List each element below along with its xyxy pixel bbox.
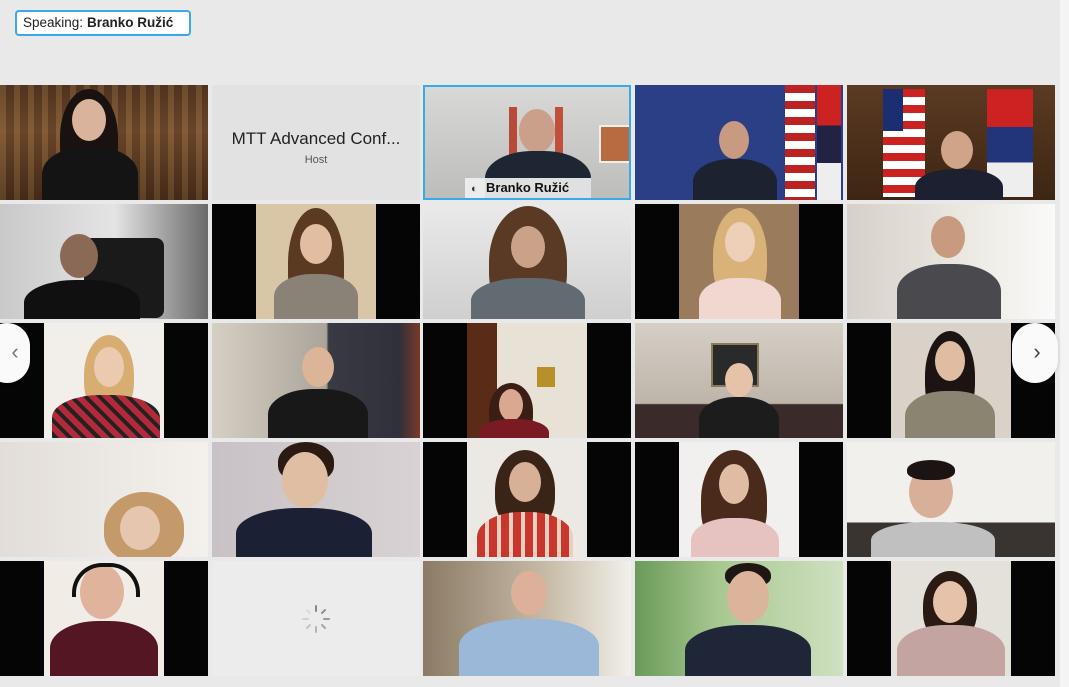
next-page-button[interactable]: › bbox=[1012, 323, 1058, 383]
active-speaker-tile[interactable]: ◐ Branko Ružić bbox=[423, 85, 631, 200]
video-tile[interactable] bbox=[212, 442, 420, 557]
video-tile[interactable] bbox=[0, 442, 208, 557]
speaking-name: Branko Ružić bbox=[87, 15, 174, 30]
chevron-right-icon: › bbox=[1033, 339, 1041, 364]
video-tile[interactable] bbox=[0, 204, 208, 319]
video-tile[interactable] bbox=[635, 204, 843, 319]
video-tile[interactable] bbox=[212, 204, 420, 319]
active-speaker-indicator: Speaking: Branko Ružić bbox=[15, 10, 191, 36]
video-tile[interactable] bbox=[212, 323, 420, 438]
video-tile[interactable] bbox=[635, 85, 843, 200]
video-tile[interactable] bbox=[847, 204, 1055, 319]
chevron-left-icon: ‹ bbox=[11, 339, 19, 364]
host-tile[interactable]: MTT Advanced Conf... Host bbox=[212, 85, 420, 200]
loading-spinner-icon bbox=[302, 605, 330, 633]
video-tile[interactable] bbox=[423, 323, 631, 438]
video-tile[interactable] bbox=[847, 442, 1055, 557]
video-tile[interactable] bbox=[847, 561, 1055, 676]
video-tile[interactable] bbox=[0, 85, 208, 200]
speaker-name-tag: ◐ Branko Ružić bbox=[465, 178, 592, 198]
video-tile[interactable] bbox=[423, 561, 631, 676]
video-tile[interactable] bbox=[635, 323, 843, 438]
video-tile[interactable] bbox=[635, 561, 843, 676]
video-tile[interactable] bbox=[0, 561, 208, 676]
host-name: MTT Advanced Conf... bbox=[231, 129, 401, 148]
microphone-icon: ◐ bbox=[471, 183, 478, 195]
host-role: Host bbox=[304, 154, 328, 166]
video-tile[interactable] bbox=[847, 85, 1055, 200]
window-edge bbox=[1060, 0, 1069, 687]
video-tile[interactable] bbox=[423, 204, 631, 319]
loading-tile bbox=[212, 561, 420, 676]
video-tile[interactable] bbox=[635, 442, 843, 557]
speaking-prefix: Speaking: bbox=[23, 15, 84, 30]
video-tile[interactable] bbox=[423, 442, 631, 557]
video-tile[interactable] bbox=[0, 323, 208, 438]
